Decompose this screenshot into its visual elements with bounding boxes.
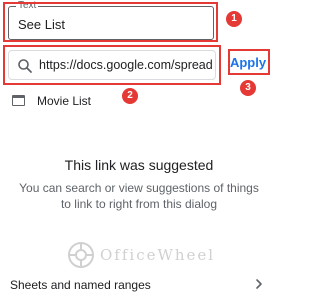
apply-button[interactable]: Apply [227, 51, 269, 75]
text-field[interactable]: Text See List [8, 0, 214, 40]
watermark-logo-icon [68, 242, 94, 268]
suggestion-item-label: Movie List [37, 94, 92, 108]
suggestion-item-movie-list[interactable]: Movie List [0, 91, 278, 115]
sheet-icon [12, 95, 25, 106]
text-field-value[interactable]: See List [18, 17, 65, 32]
chevron-right-icon [256, 279, 262, 289]
link-input-value[interactable]: https://docs.google.com/spreadsheets [39, 58, 213, 72]
link-input[interactable]: https://docs.google.com/spreadsheets [8, 50, 216, 80]
officewheel-watermark: OfficeWheel [66, 238, 226, 272]
sheets-and-named-ranges-row[interactable]: Sheets and named ranges [0, 270, 278, 298]
search-icon [18, 59, 32, 73]
empty-state-body: You can search or view suggestions of th… [19, 181, 259, 211]
text-field-label: Text [16, 0, 39, 12]
watermark-text: OfficeWheel [100, 246, 216, 264]
empty-state-title: This link was suggested [64, 157, 214, 173]
sheets-and-named-ranges-label: Sheets and named ranges [10, 278, 151, 292]
step-badge-1: 1 [226, 11, 242, 27]
